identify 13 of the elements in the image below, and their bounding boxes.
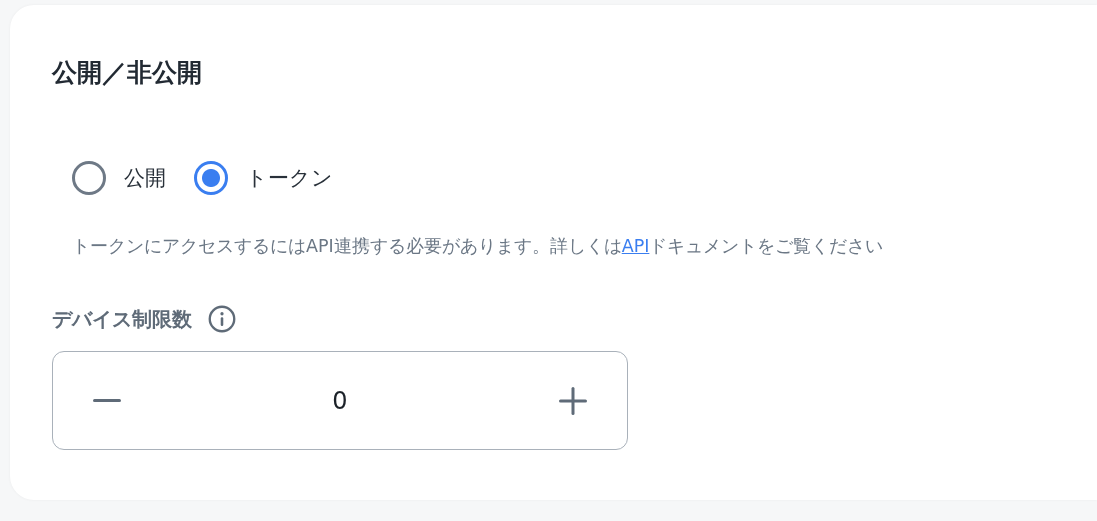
api-link[interactable]: API xyxy=(621,236,650,256)
radio-label[interactable]: 公開 xyxy=(124,164,166,192)
radio-button[interactable] xyxy=(194,161,228,195)
field-label: デバイス制限数 xyxy=(52,305,192,333)
number-stepper[interactable]: 0 xyxy=(52,351,628,450)
stepper-value: 0 xyxy=(332,386,348,415)
radio-button[interactable] xyxy=(72,161,106,195)
help-text: トークンにアクセスするにはAPI連携する必要があります。詳しくはAPI ドキュメントをご覧ください xyxy=(72,235,885,258)
radio-label[interactable]: トークン xyxy=(246,164,333,192)
section-title: 公開／非公開 xyxy=(52,57,203,89)
info-icon[interactable] xyxy=(208,305,236,333)
plus-icon xyxy=(557,384,589,417)
minus-icon xyxy=(93,399,121,402)
